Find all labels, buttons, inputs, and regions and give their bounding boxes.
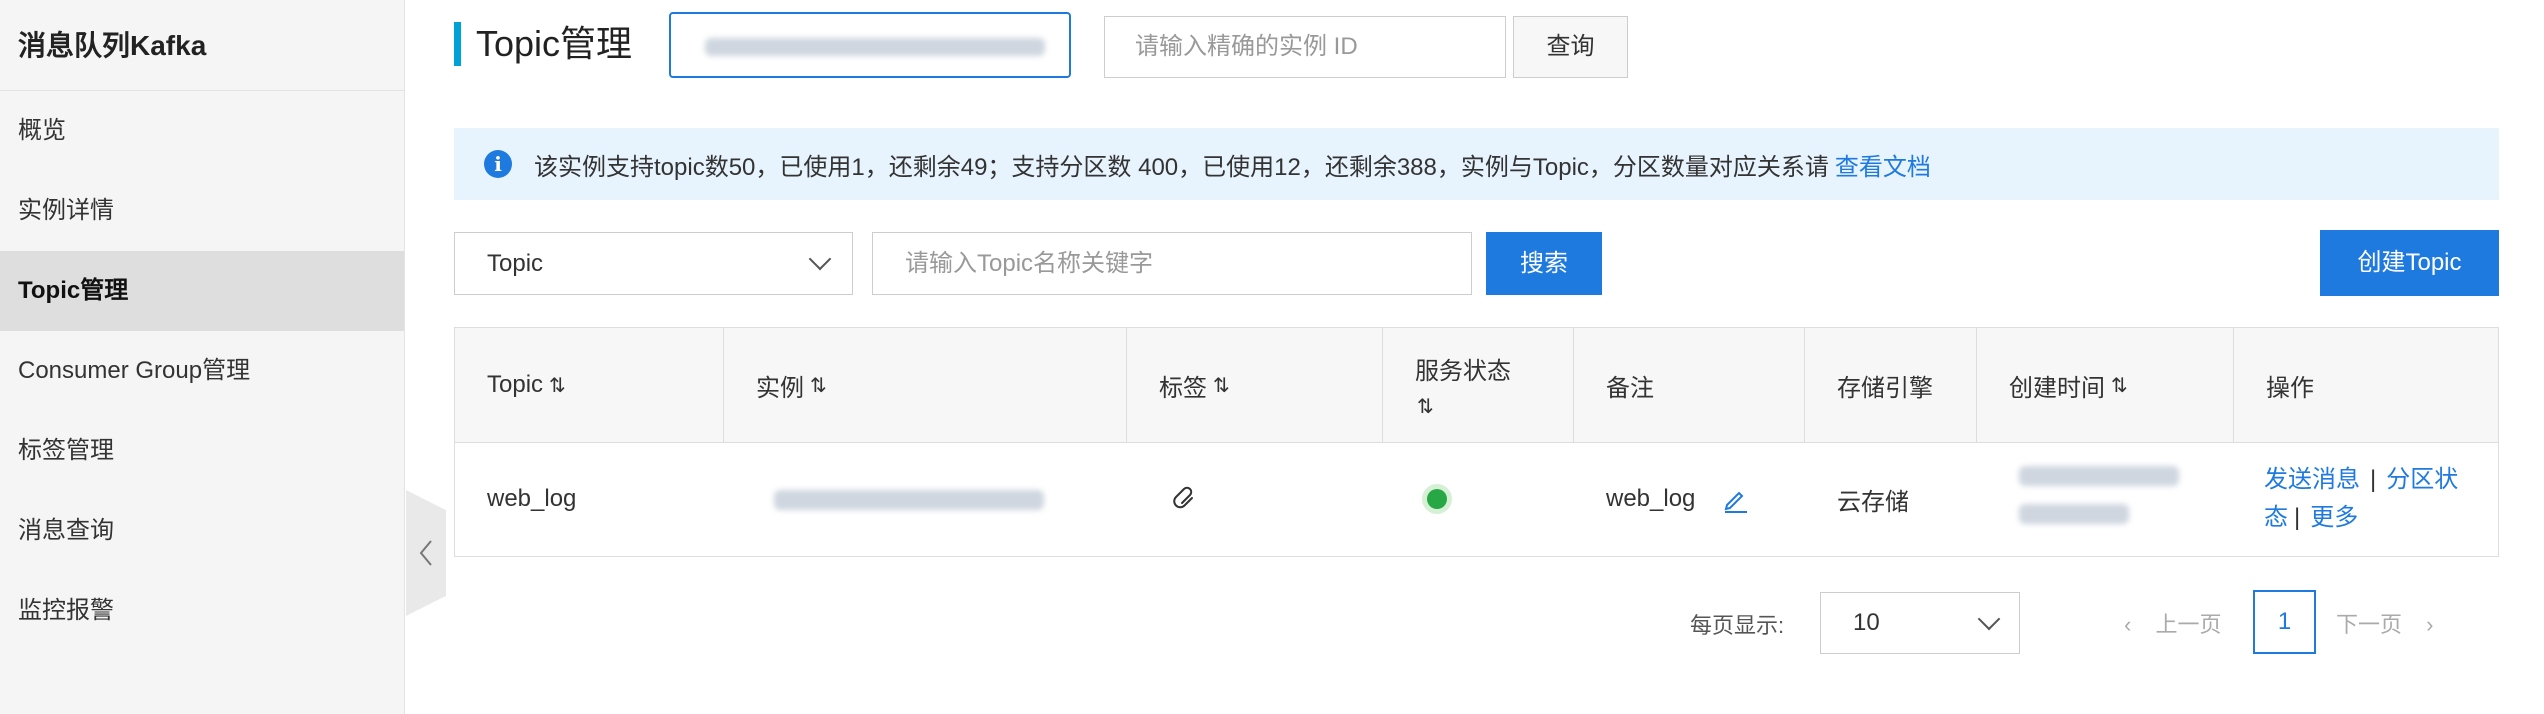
column-header-actions-label: 操作 bbox=[2266, 374, 2314, 402]
redacted-instance-name bbox=[705, 38, 1045, 56]
prev-page-label: 上一页 bbox=[2155, 612, 2222, 637]
column-header-remark: 备注 bbox=[1574, 328, 1805, 442]
page-title: Topic管理 bbox=[476, 23, 633, 64]
column-header-instance-label: 实例 bbox=[756, 374, 804, 402]
info-message: 该实例支持topic数50，已使用1，还剩余49；支持分区数 400，已使用12… bbox=[534, 153, 1829, 181]
column-header-tags[interactable]: 标签 ⇅ bbox=[1127, 328, 1383, 442]
more-link[interactable]: 更多 bbox=[2310, 504, 2358, 531]
status-running-icon bbox=[1427, 489, 1447, 509]
cell-tags bbox=[1127, 442, 1383, 556]
filter-type-select[interactable]: Topic bbox=[454, 232, 853, 295]
instance-id-input[interactable] bbox=[1104, 16, 1506, 78]
storage-engine: 云存储 bbox=[1837, 488, 1909, 516]
column-header-created[interactable]: 创建时间 ⇅ bbox=[1977, 328, 2234, 442]
sidebar-item-topic-management[interactable]: Topic管理 bbox=[0, 251, 404, 331]
sidebar: 消息队列Kafka 概览 实例详情 Topic管理 Consumer Group… bbox=[0, 0, 405, 714]
title-accent-bar bbox=[454, 22, 461, 66]
column-header-created-label: 创建时间 bbox=[2009, 374, 2105, 402]
page-size-select[interactable]: 10 bbox=[1820, 592, 2020, 654]
column-header-topic[interactable]: Topic ⇅ bbox=[455, 328, 724, 442]
column-header-storage: 存储引擎 bbox=[1805, 328, 1977, 442]
info-icon: i bbox=[484, 150, 512, 178]
chevron-right-icon: › bbox=[2426, 612, 2434, 637]
search-button[interactable]: 搜索 bbox=[1486, 232, 1602, 295]
cell-remark: web_log bbox=[1574, 442, 1805, 556]
info-banner: i 该实例支持topic数50，已使用1，还剩余49；支持分区数 400，已使用… bbox=[454, 128, 2499, 200]
cell-actions: 发送消息 | 分区状态 | 更多 bbox=[2234, 442, 2498, 556]
sort-icon[interactable]: ⇅ bbox=[2111, 373, 2128, 398]
view-docs-link[interactable]: 查看文档 bbox=[1835, 154, 1931, 181]
table-header: Topic ⇅ 实例 ⇅ 标签 ⇅ 服务状态 ⇅ 备注 存储引擎 创建时间 ⇅ 操作 bbox=[455, 328, 2498, 443]
sidebar-title: 消息队列Kafka bbox=[0, 0, 404, 91]
sort-icon[interactable]: ⇅ bbox=[810, 373, 827, 398]
filter-type-value: Topic bbox=[487, 250, 544, 277]
create-topic-button[interactable]: 创建Topic bbox=[2320, 230, 2499, 296]
sidebar-item-monitoring[interactable]: 监控报警 bbox=[0, 571, 404, 651]
chevron-left-icon bbox=[419, 540, 432, 566]
redacted-created-time bbox=[2019, 466, 2179, 486]
topic-table: Topic ⇅ 实例 ⇅ 标签 ⇅ 服务状态 ⇅ 备注 存储引擎 创建时间 ⇅ 操作 w… bbox=[454, 327, 2499, 557]
chevron-left-icon: ‹ bbox=[2124, 612, 2132, 637]
edit-icon[interactable] bbox=[1721, 485, 1749, 513]
cell-created bbox=[1977, 442, 2234, 556]
topic-name: web_log bbox=[487, 485, 577, 512]
sidebar-collapse-button[interactable] bbox=[406, 490, 446, 616]
redacted-instance bbox=[774, 490, 1044, 510]
sidebar-item-message-query[interactable]: 消息查询 bbox=[0, 491, 404, 571]
sidebar-item-consumer-group[interactable]: Consumer Group管理 bbox=[0, 331, 404, 411]
column-header-actions: 操作 bbox=[2234, 328, 2498, 442]
query-button[interactable]: 查询 bbox=[1513, 16, 1628, 78]
column-header-tags-label: 标签 bbox=[1159, 374, 1207, 402]
column-header-storage-label: 存储引擎 bbox=[1837, 374, 1933, 402]
info-text: 该实例支持topic数50，已使用1，还剩余49；支持分区数 400，已使用12… bbox=[534, 147, 1931, 182]
row-actions: 发送消息 | 分区状态 | 更多 bbox=[2264, 461, 2474, 537]
table-row: web_log web_log 云存储 发送消息 | 分区状态 | 更多 bbox=[455, 442, 2498, 556]
next-page-label: 下一页 bbox=[2336, 612, 2403, 637]
next-page-button[interactable]: 下一页 › bbox=[2336, 607, 2433, 639]
page-size-label: 每页显示: bbox=[1690, 613, 1785, 638]
sort-icon[interactable]: ⇅ bbox=[549, 373, 566, 398]
chevron-down-icon bbox=[1977, 607, 2001, 631]
sort-icon[interactable]: ⇅ bbox=[1213, 373, 1230, 398]
cell-instance bbox=[724, 442, 1127, 556]
sidebar-item-overview[interactable]: 概览 bbox=[0, 91, 404, 171]
cell-storage: 云存储 bbox=[1805, 442, 1977, 556]
topic-search-input[interactable] bbox=[872, 232, 1472, 295]
prev-page-button[interactable]: ‹ 上一页 bbox=[2124, 607, 2221, 639]
remark-text: web_log bbox=[1606, 485, 1696, 512]
separator: | bbox=[2370, 466, 2377, 493]
page-number-current[interactable]: 1 bbox=[2253, 590, 2316, 654]
sidebar-item-instance-details[interactable]: 实例详情 bbox=[0, 171, 404, 251]
page-size-value: 10 bbox=[1853, 609, 1880, 636]
column-header-topic-label: Topic bbox=[487, 371, 544, 398]
chevron-down-icon bbox=[808, 247, 832, 271]
cell-topic: web_log bbox=[455, 442, 724, 556]
sort-icon[interactable]: ⇅ bbox=[1417, 394, 1434, 419]
column-header-remark-label: 备注 bbox=[1606, 374, 1654, 402]
instance-selector[interactable] bbox=[669, 12, 1071, 78]
column-header-status-label: 服务状态 bbox=[1415, 358, 1511, 385]
column-header-status[interactable]: 服务状态 ⇅ bbox=[1383, 328, 1574, 442]
sidebar-item-tag-management[interactable]: 标签管理 bbox=[0, 411, 404, 491]
send-message-link[interactable]: 发送消息 bbox=[2264, 466, 2360, 493]
tag-icon[interactable] bbox=[1173, 486, 1199, 512]
cell-status bbox=[1383, 442, 1574, 556]
column-header-instance[interactable]: 实例 ⇅ bbox=[724, 328, 1127, 442]
redacted-created-time bbox=[2019, 504, 2129, 524]
separator: | bbox=[2294, 504, 2301, 531]
